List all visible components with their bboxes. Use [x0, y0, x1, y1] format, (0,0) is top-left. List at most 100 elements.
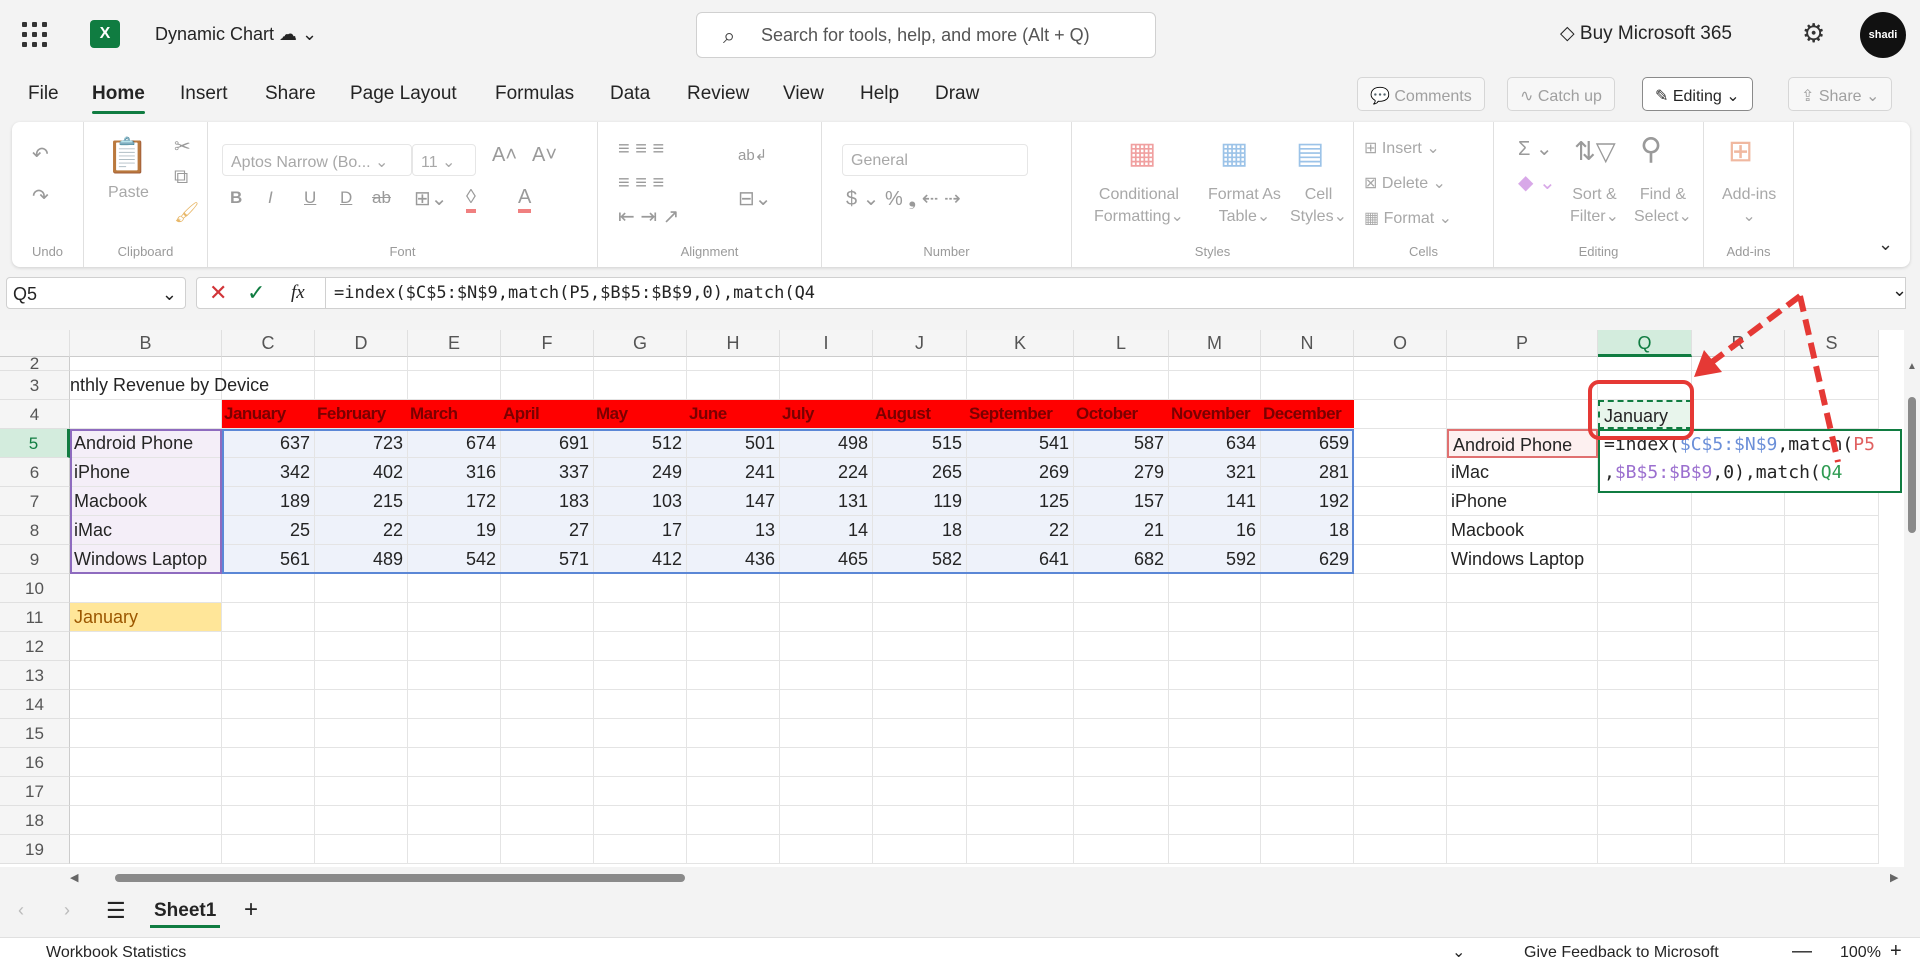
menu-draw[interactable]: Draw	[935, 83, 979, 105]
cell[interactable]	[70, 719, 222, 748]
cell[interactable]	[1785, 574, 1879, 603]
row-header-5[interactable]: 5	[0, 429, 70, 458]
cell[interactable]	[408, 777, 501, 806]
menu-share[interactable]: Share	[265, 83, 316, 105]
sort-filter-icon[interactable]: ⇅▽	[1574, 136, 1616, 167]
value-cell[interactable]: 501	[687, 429, 780, 458]
decrease-font-icon[interactable]: A˅	[532, 144, 557, 167]
month-header[interactable]: February	[315, 400, 408, 429]
cell[interactable]	[501, 719, 594, 748]
value-cell[interactable]: 541	[967, 429, 1074, 458]
cut-icon[interactable]: ✂	[174, 134, 191, 159]
cell[interactable]	[594, 835, 687, 864]
cell[interactable]	[967, 603, 1074, 632]
cell[interactable]	[1447, 690, 1598, 719]
cell[interactable]	[315, 806, 408, 835]
row-header-6[interactable]: 6	[0, 458, 70, 487]
cell[interactable]	[222, 661, 315, 690]
cell[interactable]	[1169, 806, 1261, 835]
spreadsheet-grid[interactable]: B C D E F G H I J K L M N O P Q R S 2 3 4 5 6 7 8 9 10 11 12 13 14 15 16…	[0, 330, 1904, 867]
insert-function-icon[interactable]: fx	[291, 282, 305, 304]
cell[interactable]	[1354, 487, 1447, 516]
cell[interactable]	[873, 371, 967, 400]
cell[interactable]	[1598, 357, 1692, 371]
cell[interactable]	[1692, 690, 1785, 719]
cell[interactable]	[1354, 603, 1447, 632]
lookup-device-label[interactable]: Windows Laptop	[1447, 545, 1598, 574]
cell[interactable]	[1785, 632, 1879, 661]
cell[interactable]	[1074, 603, 1169, 632]
cell[interactable]	[408, 371, 501, 400]
insert-cells-button[interactable]: ⊞ Insert ⌄	[1364, 138, 1440, 158]
column-header-H[interactable]: H	[687, 330, 780, 357]
cell[interactable]	[873, 661, 967, 690]
cell[interactable]	[315, 632, 408, 661]
cell[interactable]	[408, 719, 501, 748]
cell[interactable]	[687, 371, 780, 400]
value-cell[interactable]: 22	[967, 516, 1074, 545]
value-cell[interactable]: 674	[408, 429, 501, 458]
cell[interactable]	[1354, 400, 1447, 429]
cell[interactable]	[1354, 690, 1447, 719]
cell[interactable]	[1074, 748, 1169, 777]
number-format-icons[interactable]: $ ⌄ % ❟ ⇠ ⇢	[846, 186, 961, 211]
cell[interactable]	[687, 806, 780, 835]
cell[interactable]	[1261, 719, 1354, 748]
all-sheets-menu-icon[interactable]: ☰	[106, 898, 126, 924]
row-header-10[interactable]: 10	[0, 574, 70, 603]
cell[interactable]	[315, 835, 408, 864]
cell[interactable]	[501, 574, 594, 603]
cell[interactable]	[1447, 603, 1598, 632]
cell[interactable]	[501, 806, 594, 835]
cell[interactable]	[1354, 516, 1447, 545]
cell[interactable]	[780, 748, 873, 777]
cell[interactable]	[1785, 357, 1879, 371]
cell[interactable]	[1692, 357, 1785, 371]
row-header-19[interactable]: 19	[0, 835, 70, 864]
cell[interactable]	[501, 777, 594, 806]
value-cell[interactable]: 241	[687, 458, 780, 487]
cell[interactable]	[780, 603, 873, 632]
value-cell[interactable]: 571	[501, 545, 594, 574]
value-cell[interactable]: 723	[315, 429, 408, 458]
cell[interactable]	[1074, 632, 1169, 661]
cell[interactable]	[780, 806, 873, 835]
cell[interactable]	[1447, 632, 1598, 661]
menu-help[interactable]: Help	[860, 83, 899, 105]
cell[interactable]	[501, 690, 594, 719]
cell[interactable]	[1354, 632, 1447, 661]
value-cell[interactable]: 224	[780, 458, 873, 487]
cell[interactable]	[687, 574, 780, 603]
column-header-N[interactable]: N	[1261, 330, 1354, 357]
cell[interactable]	[70, 777, 222, 806]
cell[interactable]	[687, 603, 780, 632]
underline-icon[interactable]: U	[304, 188, 316, 208]
value-cell[interactable]: 512	[594, 429, 687, 458]
cell[interactable]	[594, 661, 687, 690]
cell[interactable]	[70, 400, 222, 429]
merge-icon[interactable]: ⊟⌄	[738, 186, 772, 211]
cell[interactable]	[687, 632, 780, 661]
cell[interactable]	[873, 748, 967, 777]
value-cell[interactable]: 587	[1074, 429, 1169, 458]
cell[interactable]	[594, 632, 687, 661]
cell[interactable]	[501, 632, 594, 661]
value-cell[interactable]: 14	[780, 516, 873, 545]
cell[interactable]	[873, 806, 967, 835]
cell[interactable]	[1785, 748, 1879, 777]
value-cell[interactable]: 249	[594, 458, 687, 487]
cell[interactable]	[1598, 661, 1692, 690]
cell[interactable]	[1261, 632, 1354, 661]
cell[interactable]	[408, 748, 501, 777]
copy-icon[interactable]: ⧉	[174, 166, 188, 189]
cell[interactable]	[1261, 357, 1354, 371]
column-header-L[interactable]: L	[1074, 330, 1169, 357]
cell[interactable]	[1261, 777, 1354, 806]
column-header-O[interactable]: O	[1354, 330, 1447, 357]
row-header-8[interactable]: 8	[0, 516, 70, 545]
cell[interactable]	[780, 719, 873, 748]
cell[interactable]	[967, 690, 1074, 719]
cell[interactable]	[1598, 516, 1692, 545]
sort-filter-button[interactable]: Sort & Filter⌄	[1570, 184, 1619, 228]
strikethrough-icon[interactable]: ab	[372, 188, 391, 208]
